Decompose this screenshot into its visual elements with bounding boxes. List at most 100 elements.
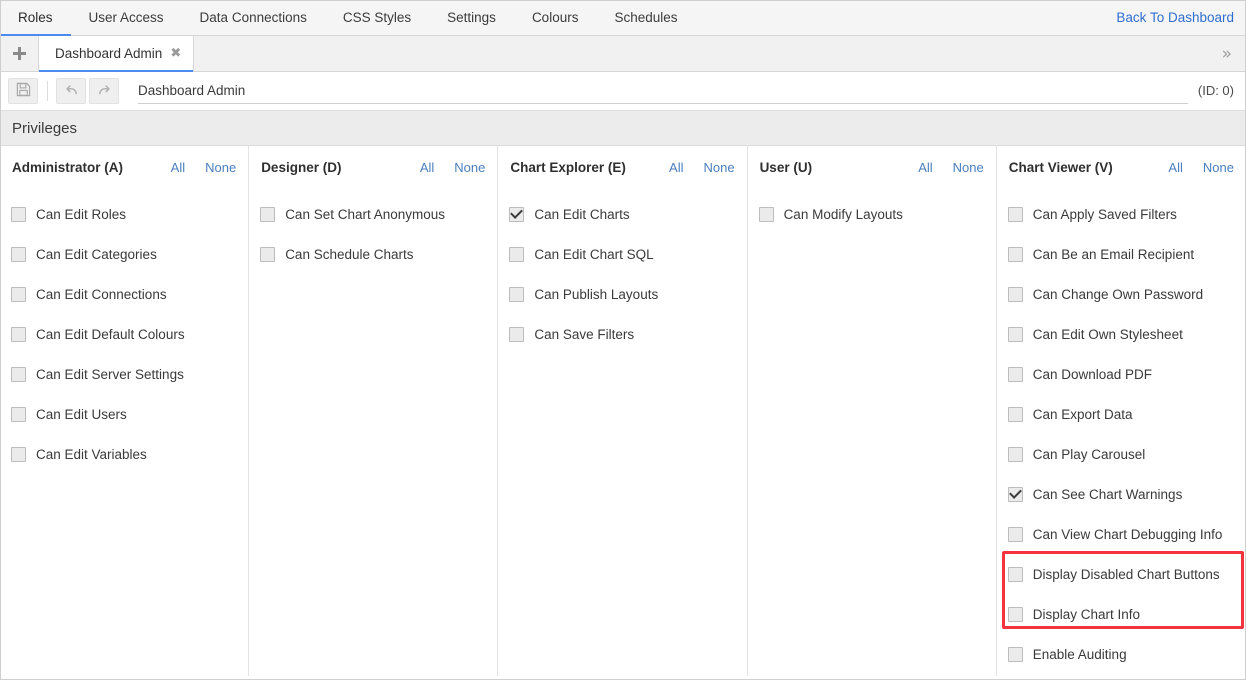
privilege-option-row[interactable]: Can Apply Saved Filters [997,194,1246,234]
nav-item-settings[interactable]: Settings [429,0,514,35]
checkbox-unchecked-icon[interactable] [1008,607,1023,622]
select-all-link[interactable]: All [669,160,683,175]
privilege-option-label: Can Be an Email Recipient [1033,247,1194,262]
checkbox-unchecked-icon[interactable] [11,367,26,382]
checkbox-unchecked-icon[interactable] [11,327,26,342]
privilege-option-row[interactable]: Can Edit Server Settings [0,354,248,394]
checkbox-unchecked-icon[interactable] [11,407,26,422]
checkbox-unchecked-icon[interactable] [759,207,774,222]
checkbox-unchecked-icon[interactable] [1008,407,1023,422]
privilege-option-label: Can Edit Users [36,407,127,422]
close-icon[interactable]: ✖ [170,47,181,60]
column-title: Chart Explorer (E) [510,160,626,175]
column-title: Designer (D) [261,160,341,175]
checkbox-unchecked-icon[interactable] [1008,647,1023,662]
checkbox-unchecked-icon[interactable] [1008,207,1023,222]
checkbox-unchecked-icon[interactable] [1008,367,1023,382]
privilege-column-chart-viewer-v: Chart Viewer (V) All None Can Apply Saved F… [997,146,1246,676]
nav-item-colours[interactable]: Colours [514,0,597,35]
privilege-option-label: Can Edit Roles [36,207,126,222]
select-none-link[interactable]: None [205,160,236,175]
privilege-option-row[interactable]: Can See Chart Warnings [997,474,1246,514]
privilege-option-row[interactable]: Can Export Data [997,394,1246,434]
checkbox-unchecked-icon[interactable] [509,247,524,262]
privilege-option-row[interactable]: Can Set Chart Anonymous [249,194,497,234]
checkbox-unchecked-icon[interactable] [1008,247,1023,262]
back-to-dashboard-link[interactable]: Back To Dashboard [1098,0,1246,35]
privilege-option-row[interactable]: Display Disabled Chart Buttons [997,554,1246,594]
checkbox-unchecked-icon[interactable] [11,287,26,302]
privilege-option-row[interactable]: Can Modify Layouts [748,194,996,234]
privilege-option-row[interactable]: Can Save Filters [498,314,746,354]
column-select-links: All None [171,160,237,175]
select-all-link[interactable]: All [420,160,434,175]
checkbox-unchecked-icon[interactable] [1008,327,1023,342]
privilege-option-row[interactable]: Can View Chart Debugging Info [997,514,1246,554]
tab-overflow-chevron-icon[interactable]: » [1208,36,1246,71]
privilege-column-chart-explorer-e: Chart Explorer (E) All None Can Edit Charts… [498,146,747,676]
privilege-option-label: Can Edit Variables [36,447,147,462]
checkbox-checked-icon[interactable] [509,207,524,222]
checkbox-unchecked-icon[interactable] [509,327,524,342]
nav-item-css-styles[interactable]: CSS Styles [325,0,429,35]
privilege-option-row[interactable]: Can Edit Roles [0,194,248,234]
checkbox-unchecked-icon[interactable] [260,247,275,262]
checkbox-unchecked-icon[interactable] [260,207,275,222]
nav-item-schedules[interactable]: Schedules [596,0,695,35]
privilege-option-row[interactable]: Can Edit Charts [498,194,746,234]
redo-button[interactable] [89,78,119,104]
privilege-option-row[interactable]: Can Change Own Password [997,274,1246,314]
privilege-option-label: Can View Chart Debugging Info [1033,527,1223,542]
checkbox-unchecked-icon[interactable] [1008,447,1023,462]
privilege-option-label: Display Chart Info [1033,607,1140,622]
role-name-input[interactable]: Dashboard Admin [138,78,1188,104]
privilege-option-row[interactable]: Can Play Carousel [997,434,1246,474]
select-all-link[interactable]: All [1168,160,1182,175]
column-title: Chart Viewer (V) [1009,160,1113,175]
select-all-link[interactable]: All [171,160,185,175]
select-all-link[interactable]: All [918,160,932,175]
checkbox-unchecked-icon[interactable] [1008,527,1023,542]
checkbox-checked-icon[interactable] [1008,487,1023,502]
privilege-option-row[interactable]: Can Edit Categories [0,234,248,274]
select-none-link[interactable]: None [703,160,734,175]
privilege-option-row[interactable]: Can Edit Default Colours [0,314,248,354]
privilege-option-row[interactable]: Display Chart Info [997,594,1246,634]
document-tab-dashboard-admin[interactable]: Dashboard Admin ✖ [38,36,194,71]
checkbox-unchecked-icon[interactable] [11,247,26,262]
privilege-option-row[interactable]: Can Download PDF [997,354,1246,394]
privilege-option-row[interactable]: Can Edit Own Stylesheet [997,314,1246,354]
checkbox-unchecked-icon[interactable] [1008,567,1023,582]
privilege-option-label: Can Save Filters [534,327,634,342]
privilege-option-row[interactable]: Can Schedule Charts [249,234,497,274]
privilege-option-row[interactable]: Can Publish Layouts [498,274,746,314]
save-button[interactable] [8,78,38,104]
nav-item-data-connections[interactable]: Data Connections [182,0,325,35]
select-none-link[interactable]: None [454,160,485,175]
document-tab-label: Dashboard Admin [55,46,162,61]
undo-button[interactable] [56,78,86,104]
nav-item-user-access[interactable]: User Access [71,0,182,35]
redo-arrow-icon [97,82,112,100]
top-nav-items: RolesUser AccessData ConnectionsCSS Styl… [0,0,696,35]
checkbox-unchecked-icon[interactable] [509,287,524,302]
column-select-links: All None [420,160,486,175]
checkbox-unchecked-icon[interactable] [1008,287,1023,302]
privilege-option-label: Can Edit Own Stylesheet [1033,327,1183,342]
select-none-link[interactable]: None [1203,160,1234,175]
privilege-option-row[interactable]: Can Be an Email Recipient [997,234,1246,274]
privilege-option-label: Can Edit Charts [534,207,629,222]
select-none-link[interactable]: None [953,160,984,175]
privileges-columns: Administrator (A)AllNoneCan Edit RolesCa… [0,146,1246,676]
privilege-option-row[interactable]: Enable Auditing [997,634,1246,674]
privilege-option-row[interactable]: Can Edit Connections [0,274,248,314]
privilege-option-label: Can Change Own Password [1033,287,1203,302]
privilege-option-label: Enable Auditing [1033,647,1127,662]
nav-item-roles[interactable]: Roles [0,0,71,35]
checkbox-unchecked-icon[interactable] [11,207,26,222]
privilege-option-row[interactable]: Can Edit Chart SQL [498,234,746,274]
checkbox-unchecked-icon[interactable] [11,447,26,462]
privilege-option-row[interactable]: Can Edit Users [0,394,248,434]
add-tab-button[interactable] [0,36,38,71]
privilege-option-row[interactable]: Can Edit Variables [0,434,248,474]
